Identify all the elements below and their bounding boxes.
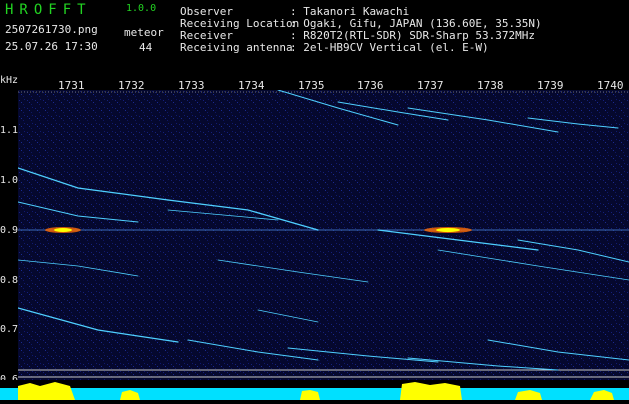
y-axis-unit: kHz — [0, 75, 19, 86]
noise-peak — [400, 382, 462, 400]
meteor-count: 44 — [139, 41, 153, 54]
info-value-location: : Ogaki, Gifu, JAPAN (136.60E, 35.35N) — [290, 17, 542, 30]
freq-tick: 0.7 — [0, 324, 19, 335]
spectrogram-svg — [18, 90, 629, 380]
info-label-observer: Observer — [180, 5, 233, 18]
noise-background — [18, 90, 629, 380]
noise-floor-svg — [0, 382, 629, 400]
info-value-antenna: : 2el-HB9CV Vertical (el. E-W) — [290, 41, 489, 54]
peak-spot — [436, 228, 460, 232]
header-panel: HROFFT 1.0.0 2507261730.png 25.07.26 17:… — [0, 0, 629, 74]
noise-floor-bar — [0, 380, 629, 400]
info-label-antenna: Receiving antenna — [180, 41, 293, 54]
freq-tick: 1.1 — [0, 125, 19, 136]
freq-tick: 1.0 — [0, 175, 19, 186]
freq-tick: 0.9 — [0, 225, 19, 236]
info-value-observer: : Takanori Kawachi — [290, 5, 410, 18]
file-name: 2507261730.png — [5, 23, 98, 36]
app-version: 1.0.0 — [126, 3, 157, 14]
freq-tick: 0.8 — [0, 275, 19, 286]
meteor-label: meteor — [124, 26, 164, 39]
info-label-location: Receiving Location — [180, 17, 300, 30]
spectrogram-plot — [18, 90, 629, 380]
noise-peak — [18, 382, 75, 400]
info-value-receiver: : R820T2(RTL-SDR) SDR-Sharp 53.372MHz — [290, 29, 536, 42]
info-label-receiver: Receiver — [180, 29, 233, 42]
app-name: HROFFT — [5, 2, 92, 18]
date-time: 25.07.26 17:30 — [5, 40, 98, 53]
peak-spot — [54, 228, 72, 232]
